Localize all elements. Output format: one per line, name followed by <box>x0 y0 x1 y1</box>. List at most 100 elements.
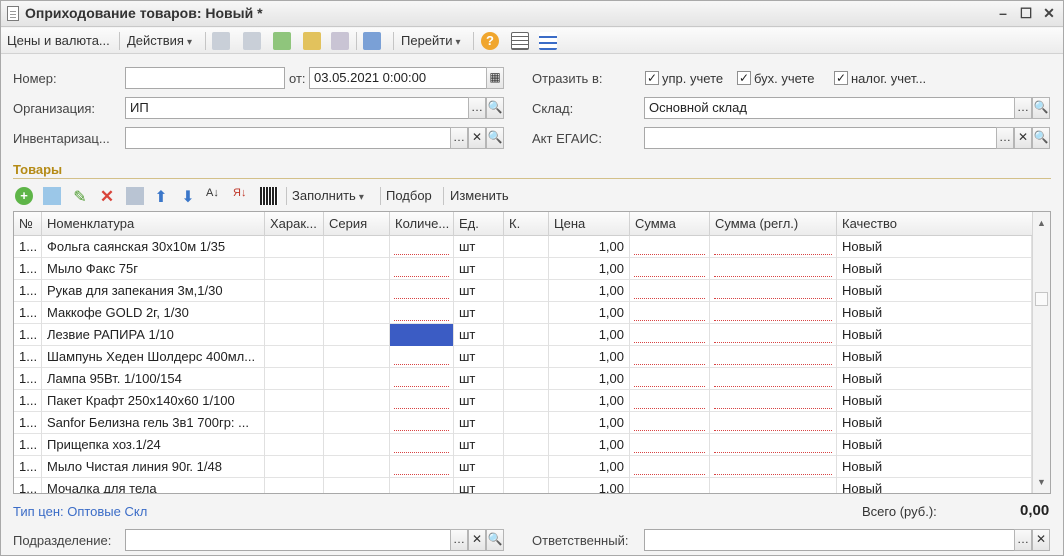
row-quality[interactable]: Новый <box>837 390 1032 412</box>
table-row[interactable]: 1... Лампа 95Вт. 1/100/154 шт 1,00 Новый <box>14 368 1032 390</box>
structure-icon[interactable] <box>511 32 529 50</box>
table-row[interactable]: 1... Прищепка хоз.1/24 шт 1,00 Новый <box>14 434 1032 456</box>
row-price[interactable]: 1,00 <box>549 302 630 324</box>
row-characteristic[interactable] <box>265 324 324 346</box>
table-row[interactable]: 1... Мыло Чистая линия 90г. 1/48 шт 1,00 Нов… <box>14 456 1032 478</box>
warehouse-field[interactable]: Основной склад <box>644 97 1015 119</box>
row-sum-reg[interactable] <box>710 236 837 258</box>
row-series[interactable] <box>324 324 390 346</box>
select-warehouse-button[interactable]: … <box>1014 97 1032 119</box>
row-quantity[interactable] <box>390 302 454 324</box>
row-quality[interactable]: Новый <box>837 412 1032 434</box>
row-quantity[interactable] <box>390 456 454 478</box>
row-coefficient[interactable] <box>504 434 549 456</box>
row-quantity[interactable] <box>390 368 454 390</box>
department-field[interactable] <box>125 529 451 551</box>
row-series[interactable] <box>324 280 390 302</box>
row-quality[interactable]: Новый <box>837 368 1032 390</box>
row-quantity[interactable] <box>390 280 454 302</box>
row-price[interactable]: 1,00 <box>549 236 630 258</box>
col-number[interactable]: № <box>14 212 42 236</box>
open-inventory-icon[interactable]: 🔍 <box>486 127 504 149</box>
row-quantity[interactable] <box>390 390 454 412</box>
maximize-button[interactable]: ☐ <box>1017 4 1035 22</box>
row-number[interactable]: 1... <box>14 280 42 302</box>
row-item[interactable]: Лезвие РАПИРА 1/10 <box>42 324 265 346</box>
col-characteristic[interactable]: Харак... <box>265 212 324 236</box>
row-sum[interactable] <box>630 302 710 324</box>
row-coefficient[interactable] <box>504 478 549 493</box>
row-price[interactable]: 1,00 <box>549 456 630 478</box>
col-coefficient[interactable]: К. <box>504 212 549 236</box>
row-sum[interactable] <box>630 368 710 390</box>
price-type-link[interactable]: Тип цен: Оптовые Скл <box>13 504 147 519</box>
row-unit[interactable]: шт <box>454 302 504 324</box>
row-series[interactable] <box>324 456 390 478</box>
row-sum-reg[interactable] <box>710 368 837 390</box>
row-item[interactable]: Фольга саянская 30x10м 1/35 <box>42 236 265 258</box>
row-sum[interactable] <box>630 258 710 280</box>
row-series[interactable] <box>324 346 390 368</box>
row-quality[interactable]: Новый <box>837 280 1032 302</box>
row-series[interactable] <box>324 434 390 456</box>
row-quality[interactable]: Новый <box>837 258 1032 280</box>
row-sum-reg[interactable] <box>710 324 837 346</box>
col-quantity[interactable]: Количе... <box>390 212 454 236</box>
table-row[interactable]: 1... Шампунь Хеден Шолдерс 400мл... шт 1,00… <box>14 346 1032 368</box>
row-characteristic[interactable] <box>265 390 324 412</box>
checkbox-management[interactable]: ✓ <box>645 71 659 85</box>
checkbox-accounting[interactable]: ✓ <box>737 71 751 85</box>
row-quantity[interactable] <box>390 478 454 493</box>
row-number[interactable]: 1... <box>14 456 42 478</box>
row-number[interactable]: 1... <box>14 324 42 346</box>
copy-document-icon[interactable] <box>273 32 291 50</box>
table-scrollbar[interactable]: ▲ ▼ <box>1032 212 1050 493</box>
barcode-icon[interactable] <box>260 187 278 205</box>
row-sum[interactable] <box>630 434 710 456</box>
row-price[interactable]: 1,00 <box>549 434 630 456</box>
open-department-icon[interactable]: 🔍 <box>486 529 504 551</box>
row-coefficient[interactable] <box>504 302 549 324</box>
organization-field[interactable]: ИП <box>125 97 469 119</box>
row-quantity[interactable] <box>390 258 454 280</box>
row-coefficient[interactable] <box>504 258 549 280</box>
scroll-down-icon[interactable]: ▼ <box>1035 477 1048 487</box>
select-responsible-button[interactable]: … <box>1014 529 1032 551</box>
row-unit[interactable]: шт <box>454 478 504 493</box>
row-characteristic[interactable] <box>265 258 324 280</box>
row-sum-reg[interactable] <box>710 412 837 434</box>
add-row-icon[interactable]: + <box>15 187 33 205</box>
row-number[interactable]: 1... <box>14 302 42 324</box>
row-quantity[interactable] <box>390 324 454 346</box>
fill-menu[interactable]: Заполнить <box>292 188 364 203</box>
row-characteristic[interactable] <box>265 368 324 390</box>
row-sum-reg[interactable] <box>710 258 837 280</box>
row-quality[interactable]: Новый <box>837 456 1032 478</box>
row-price[interactable]: 1,00 <box>549 324 630 346</box>
row-quantity[interactable] <box>390 236 454 258</box>
sort-descending-icon[interactable]: Я↓ <box>233 187 251 205</box>
row-coefficient[interactable] <box>504 324 549 346</box>
row-item[interactable]: Шампунь Хеден Шолдерс 400мл... <box>42 346 265 368</box>
row-quality[interactable]: Новый <box>837 434 1032 456</box>
select-inventory-button[interactable]: … <box>450 127 468 149</box>
change-button[interactable]: Изменить <box>450 188 509 203</box>
table-row[interactable]: 1... Мочалка для тела шт 1,00 Новый <box>14 478 1032 493</box>
settings-list-icon[interactable] <box>539 32 557 50</box>
date-field[interactable]: 03.05.2021 0:00:00 <box>309 67 487 89</box>
table-row[interactable]: 1... Лезвие РАПИРА 1/10 шт 1,00 Новый <box>14 324 1032 346</box>
row-quality[interactable]: Новый <box>837 346 1032 368</box>
clear-egais-icon[interactable]: ✕ <box>1014 127 1032 149</box>
row-sum[interactable] <box>630 324 710 346</box>
sort-ascending-icon[interactable]: А↓ <box>206 187 224 205</box>
row-series[interactable] <box>324 412 390 434</box>
row-quantity[interactable] <box>390 346 454 368</box>
col-quality[interactable]: Качество <box>837 212 1032 236</box>
actions-menu[interactable]: Действия <box>127 32 192 50</box>
minimize-button[interactable]: – <box>994 4 1012 22</box>
egais-field[interactable] <box>644 127 997 149</box>
col-series[interactable]: Серия <box>324 212 390 236</box>
row-number[interactable]: 1... <box>14 412 42 434</box>
scroll-thumb[interactable] <box>1035 292 1048 306</box>
row-item[interactable]: Маккофе GOLD 2г, 1/30 <box>42 302 265 324</box>
